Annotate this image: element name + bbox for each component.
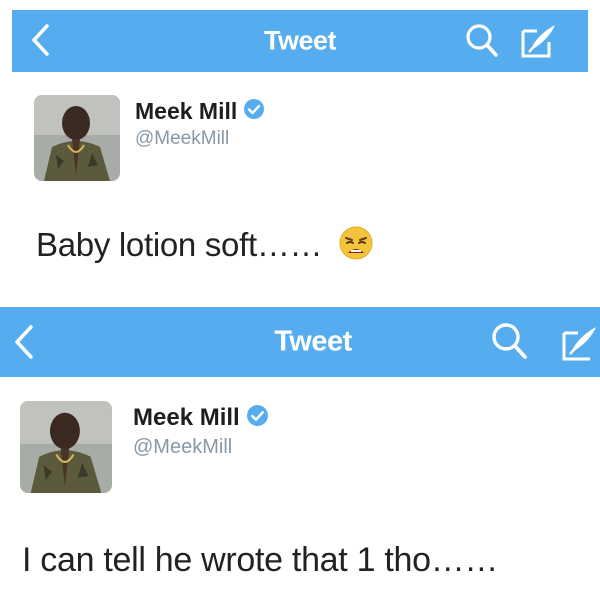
avatar[interactable] <box>20 401 112 493</box>
navigation-bar: Tweet <box>12 10 588 72</box>
name-row: Meek Mill <box>135 98 265 125</box>
navigation-bar: Tweet <box>0 307 600 377</box>
display-name[interactable]: Meek Mill <box>133 404 240 432</box>
name-row: Meek Mill <box>133 404 269 432</box>
verified-badge-icon <box>246 404 269 432</box>
search-icon[interactable] <box>464 22 500 60</box>
tweet-text: I can tell he wrote that 1 tho…… <box>22 541 499 579</box>
nav-title: Tweet <box>274 325 352 358</box>
tweet-panel-2: Tweet Meek Mill @MeekMill I can tell he … <box>0 298 600 600</box>
tweet-text: Baby lotion soft…… <box>36 226 373 268</box>
handle[interactable]: @MeekMill <box>135 128 229 150</box>
weary-face-emoji <box>339 226 373 268</box>
avatar[interactable] <box>34 95 120 181</box>
search-icon[interactable] <box>490 321 530 363</box>
back-icon[interactable] <box>12 324 34 360</box>
handle[interactable]: @MeekMill <box>133 436 232 459</box>
nav-title: Tweet <box>263 25 337 56</box>
tweet-text-content: Baby lotion soft…… <box>36 226 323 263</box>
compose-icon[interactable] <box>560 323 600 363</box>
display-name[interactable]: Meek Mill <box>135 98 237 125</box>
compose-icon[interactable] <box>519 21 559 61</box>
tweet-panel-1: Tweet Meek Mill @MeekMill Baby lotion so… <box>0 0 600 298</box>
verified-badge-icon <box>243 98 265 125</box>
back-icon[interactable] <box>30 23 50 57</box>
